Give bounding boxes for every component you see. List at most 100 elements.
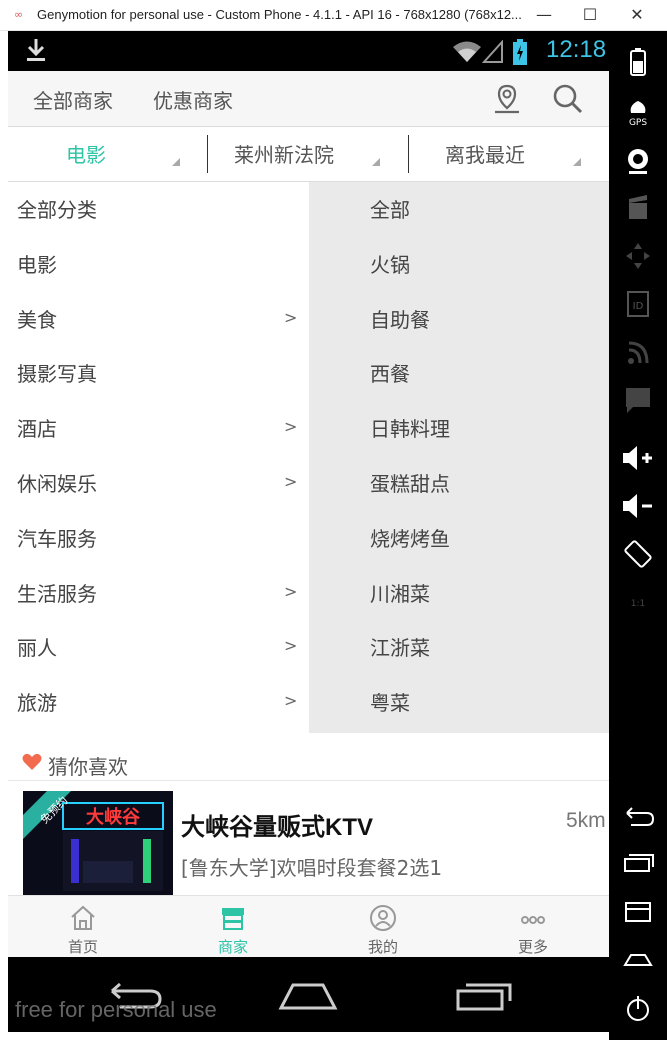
filter-area[interactable]: 莱州新法院 — [208, 127, 408, 182]
category-item[interactable]: 旅游 > — [8, 675, 309, 730]
android-recent-apps-icon[interactable] — [448, 979, 518, 1013]
subcategory-label: 自助餐 — [370, 307, 430, 332]
subcategory-label: 江浙菜 — [370, 636, 430, 661]
ktv-sign-image: 大峡谷 免预约 — [23, 791, 173, 895]
tab-all-merchants[interactable]: 全部商家 — [33, 85, 113, 114]
recent-apps-key-icon[interactable] — [609, 847, 667, 881]
media-widget-icon[interactable] — [609, 191, 667, 225]
subcategory-label: 全部 — [370, 198, 410, 222]
category-label: 汽车服务 — [17, 526, 97, 551]
close-window-button[interactable]: ✕ — [625, 4, 649, 26]
chevron-right-icon: > — [284, 691, 298, 711]
nav-merchants-label: 商家 — [217, 938, 248, 956]
chevron-right-icon: > — [284, 417, 298, 437]
dropdown-triangle-icon — [573, 158, 581, 166]
search-icon[interactable] — [552, 83, 584, 115]
merchant-description: [鲁东大学]欢唱时段套餐2选1 — [181, 856, 443, 880]
maximize-button[interactable]: ☐ — [578, 4, 602, 26]
category-item[interactable]: 生活服务 > — [8, 566, 309, 621]
emulator-side-panel: GPS ID 1:1 — [609, 31, 667, 1040]
category-label: 美食 — [17, 307, 57, 332]
filter-category-label: 电影 — [66, 143, 106, 167]
dpad-widget-icon[interactable] — [609, 239, 667, 273]
subcategory-item[interactable]: 蛋糕甜点 — [309, 456, 609, 511]
category-item[interactable]: 丽人 > — [8, 620, 309, 675]
power-key-icon[interactable] — [609, 991, 667, 1025]
subcategory-item[interactable]: 火锅 — [309, 237, 609, 292]
nav-profile[interactable]: 我的 — [308, 896, 458, 958]
camera-widget-icon[interactable] — [609, 143, 667, 177]
status-clock: 12:18 — [546, 36, 607, 63]
merchant-distance: 5km — [566, 809, 606, 832]
android-home-icon[interactable] — [273, 979, 343, 1013]
category-item[interactable]: 汽车服务 — [8, 511, 309, 566]
subcategory-item[interactable]: 江浙菜 — [309, 620, 609, 675]
filter-area-label: 莱州新法院 — [234, 143, 334, 167]
category-label: 生活服务 — [17, 581, 97, 606]
network-widget-icon[interactable] — [609, 335, 667, 369]
category-list: 全部分类 电影 美食 > 摄影写真 酒店 > 休闲娱乐 > 汽车服务 生活服务 > 丽人… — [8, 182, 309, 733]
dropdown-triangle-icon — [172, 158, 180, 166]
subcategory-label: 蛋糕甜点 — [370, 472, 450, 496]
category-item[interactable]: 酒店 > — [8, 401, 309, 456]
profile-icon — [370, 905, 396, 931]
category-item[interactable]: 全部分类 — [8, 182, 309, 237]
filter-sort[interactable]: 离我最近 — [409, 127, 609, 182]
category-item[interactable]: 休闲娱乐 > — [8, 456, 309, 511]
subcategory-item[interactable]: 川湘菜 — [309, 566, 609, 621]
nav-more-label: 更多 — [517, 938, 548, 956]
svg-text:ID: ID — [633, 301, 644, 312]
chevron-right-icon: > — [284, 581, 298, 601]
category-item[interactable]: 美食 > — [8, 292, 309, 347]
nav-merchants[interactable]: 商家 — [158, 896, 308, 958]
back-key-icon[interactable] — [609, 799, 667, 833]
sms-widget-icon[interactable] — [609, 383, 667, 417]
category-label: 电影 — [17, 252, 57, 277]
subcategory-item[interactable]: 西餐 — [309, 346, 609, 401]
category-item[interactable]: 电影 — [8, 237, 309, 292]
subcategory-item[interactable]: 全部 — [309, 182, 609, 237]
battery-charging-icon — [513, 39, 527, 65]
category-label: 全部分类 — [17, 198, 97, 222]
volume-down-icon[interactable] — [609, 489, 667, 523]
subcategory-label: 日韩料理 — [370, 417, 450, 442]
subcategory-label: 火锅 — [370, 252, 410, 277]
category-label: 摄影写真 — [17, 362, 97, 387]
nav-home-label: 首页 — [67, 938, 98, 956]
merchant-name[interactable]: 大峡谷量贩式KTV — [181, 807, 373, 842]
subcategory-item[interactable]: 粤菜 — [309, 675, 609, 730]
menu-key-icon[interactable] — [609, 895, 667, 929]
subcategory-item[interactable]: 日韩料理 — [309, 401, 609, 456]
category-item[interactable]: 摄影写真 — [8, 346, 309, 401]
window-title: Genymotion for personal use - Custom Pho… — [37, 7, 522, 22]
map-location-icon[interactable] — [492, 83, 522, 115]
volume-up-icon[interactable] — [609, 441, 667, 475]
recommend-section: 猜你喜欢 大峡谷 免预约 大峡谷量贩式KTV 5km [鲁东大学]欢唱时段套餐2… — [8, 733, 609, 895]
merchant-thumbnail[interactable]: 大峡谷 免预约 — [23, 791, 173, 895]
subcategory-list: 全部 火锅 自助餐 西餐 日韩料理 蛋糕甜点 烧烤烤鱼 川湘菜 江浙菜 粤菜 — [309, 182, 609, 733]
tab-discount-merchants[interactable]: 优惠商家 — [153, 85, 233, 114]
genymotion-app-icon: ∞ — [14, 8, 24, 21]
svg-text:1:1: 1:1 — [631, 599, 645, 609]
home-key-icon[interactable] — [609, 943, 667, 977]
pixel-perfect-icon[interactable]: 1:1 — [609, 585, 667, 619]
device-id-widget-icon[interactable]: ID — [609, 287, 667, 321]
bottom-navigation: 首页 商家 我的 更多 — [8, 895, 609, 957]
window-titlebar: ∞ Genymotion for personal use - Custom P… — [0, 0, 667, 31]
signal-icon — [482, 40, 503, 63]
filter-category[interactable]: 电影 — [8, 127, 207, 182]
gps-widget-icon[interactable]: GPS — [609, 95, 667, 129]
store-icon — [222, 908, 244, 930]
download-notification-icon — [27, 39, 45, 61]
minimize-button[interactable]: — — [532, 4, 556, 26]
subcategory-label: 西餐 — [370, 362, 410, 387]
nav-more[interactable]: 更多 — [458, 896, 608, 958]
subcategory-item[interactable]: 自助餐 — [309, 292, 609, 347]
subcategory-label: 烧烤烤鱼 — [370, 526, 450, 551]
svg-text:GPS: GPS — [629, 118, 647, 128]
rotate-screen-icon[interactable] — [609, 537, 667, 571]
nav-home[interactable]: 首页 — [8, 896, 158, 958]
battery-widget-icon[interactable] — [609, 47, 667, 81]
filter-sort-label: 离我最近 — [445, 143, 525, 167]
subcategory-item[interactable]: 烧烤烤鱼 — [309, 511, 609, 566]
